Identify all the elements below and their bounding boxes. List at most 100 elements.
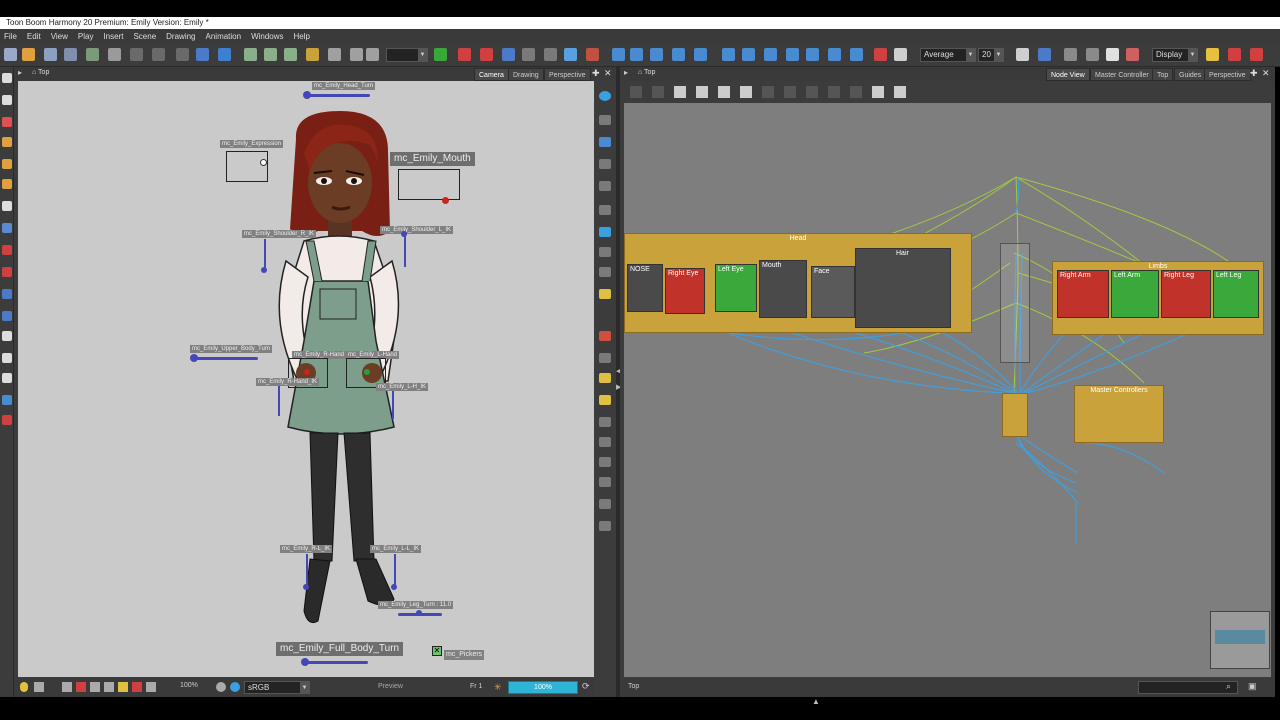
controller-full-body-slider[interactable] <box>304 661 368 664</box>
node-mouth[interactable]: Mouth <box>759 260 807 318</box>
stop-icon[interactable] <box>458 48 471 61</box>
ik-icon[interactable] <box>764 48 777 61</box>
controller-expression-handle[interactable] <box>260 159 267 166</box>
layer-stack-active-icon[interactable] <box>599 137 611 147</box>
grid-tool-icon[interactable] <box>2 373 12 383</box>
save-icon[interactable] <box>44 48 57 61</box>
flash-icon[interactable] <box>118 682 128 692</box>
node-tool-12-icon[interactable] <box>872 86 884 98</box>
menu-view[interactable]: View <box>51 32 68 41</box>
node-right-arm[interactable]: Right Arm <box>1057 270 1109 318</box>
node-tool-9-icon[interactable] <box>806 86 818 98</box>
tab-top[interactable]: Top <box>1152 68 1174 81</box>
tab-node-view[interactable]: Node View <box>1046 68 1090 81</box>
flip-v-icon[interactable] <box>672 48 685 61</box>
node-breadcrumb[interactable]: ⌂ Top <box>638 69 655 76</box>
controller-leg-l-label[interactable]: mc_Emily_L-L_IK <box>370 545 422 553</box>
frame-icon[interactable] <box>62 682 72 692</box>
grid-red-icon[interactable] <box>480 48 493 61</box>
lock-icon[interactable] <box>599 289 611 299</box>
curve-icon[interactable] <box>786 48 799 61</box>
controller-mouth-box[interactable] <box>398 169 460 200</box>
lines-alt3-icon[interactable] <box>599 477 611 487</box>
flip-h-icon[interactable] <box>650 48 663 61</box>
chevron-right-icon[interactable]: ▸ <box>624 68 628 77</box>
paint-tool-icon[interactable] <box>2 159 12 169</box>
display-select[interactable]: Display ▼ <box>1152 48 1198 62</box>
controller-head-turn-slider[interactable] <box>306 94 370 97</box>
controller-leg-r-handle[interactable] <box>303 584 309 590</box>
lines-alt-icon[interactable] <box>599 437 611 447</box>
controller-shoulder-l-label[interactable]: mc_Emily_Shoulder_L_IK <box>380 226 454 234</box>
controller-expression-box[interactable] <box>226 151 268 182</box>
bulb-icon[interactable] <box>599 395 611 405</box>
shape-tool-icon[interactable] <box>2 223 12 233</box>
overlay-icon[interactable] <box>1106 48 1119 61</box>
node-master-peg[interactable] <box>1002 393 1028 437</box>
ease-icon[interactable] <box>828 48 841 61</box>
node-right-eye[interactable]: Right Eye <box>665 268 705 314</box>
import-icon[interactable] <box>86 48 99 61</box>
controller-head-turn-label[interactable]: mc_Emily_Head_Turn <box>312 82 376 90</box>
paint-bucket-tool-icon[interactable] <box>2 415 12 425</box>
field-chart-icon[interactable] <box>599 267 611 277</box>
menu-insert[interactable]: Insert <box>103 32 123 41</box>
zoom-level[interactable]: 100% <box>180 682 198 689</box>
controller-arm-r-slider[interactable] <box>278 386 280 416</box>
distribute-icon[interactable] <box>630 48 643 61</box>
controller-shoulder-l-slider[interactable] <box>404 233 406 267</box>
ruler-icon[interactable] <box>599 331 611 341</box>
node-hair[interactable]: Hair <box>855 248 951 328</box>
controller-leg-l-handle[interactable] <box>391 584 397 590</box>
filter-value[interactable]: 20 ▼ <box>978 48 1004 62</box>
lines-alt4-icon[interactable] <box>599 499 611 509</box>
menu-windows[interactable]: Windows <box>251 32 283 41</box>
cut-icon[interactable] <box>152 48 165 61</box>
node-tool-2-icon[interactable] <box>652 86 664 98</box>
morph-tool-icon[interactable] <box>2 353 12 363</box>
ruler-alt-icon[interactable] <box>599 353 611 363</box>
menu-file[interactable]: File <box>4 32 17 41</box>
hand-tool-icon[interactable] <box>2 331 12 341</box>
grid-status-icon[interactable] <box>146 682 156 692</box>
peg-icon[interactable] <box>502 48 515 61</box>
controller-leg-r-slider[interactable] <box>306 554 308 588</box>
controller-arm-r-label[interactable]: mc_Emily_R-Hand_IK <box>256 378 320 386</box>
motion-icon[interactable] <box>806 48 819 61</box>
close-view-icon[interactable]: ✕ <box>604 68 612 79</box>
key-icon[interactable] <box>850 48 863 61</box>
paint-bucket-icon[interactable] <box>1228 48 1241 61</box>
node-spine-stack[interactable] <box>1000 243 1030 363</box>
menu-edit[interactable]: Edit <box>27 32 41 41</box>
contour-tool-icon[interactable] <box>2 95 12 105</box>
settings-status-icon[interactable] <box>216 682 226 692</box>
stroke-tool-icon[interactable] <box>2 311 12 321</box>
controller-head-turn-handle[interactable] <box>303 91 311 99</box>
add-keyframe-icon[interactable] <box>874 48 887 61</box>
node-tool-8-icon[interactable] <box>784 86 796 98</box>
undo-icon[interactable] <box>108 48 121 61</box>
deformer-icon[interactable] <box>244 48 257 61</box>
menu-scene[interactable]: Scene <box>133 32 156 41</box>
controller-leg-turn-handle[interactable] <box>416 610 422 616</box>
menu-drawing[interactable]: Drawing <box>166 32 195 41</box>
layer-stack-icon[interactable] <box>599 115 611 125</box>
tab-drawing[interactable]: Drawing <box>508 68 544 81</box>
fill-tool-icon[interactable] <box>2 245 12 255</box>
lock-status-icon[interactable] <box>90 682 100 692</box>
record-icon[interactable] <box>76 682 86 692</box>
pickers-checkbox[interactable]: ✕ <box>432 646 442 656</box>
tab-perspective[interactable]: Perspective <box>544 68 591 81</box>
light-table-icon[interactable] <box>366 48 379 61</box>
controller-shoulder-r-label[interactable]: mc_Emily_Shoulder_R_IK <box>242 230 317 238</box>
node-graph-canvas[interactable]: Head NOSE Right Eye Left Eye Mouth Face … <box>624 103 1271 677</box>
eraser-tool-icon[interactable] <box>2 179 12 189</box>
disable-icon[interactable] <box>586 48 599 61</box>
layer-stack-alt-icon[interactable] <box>599 159 611 169</box>
controller-mouth-handle[interactable] <box>442 197 449 204</box>
view-icon[interactable] <box>34 682 44 692</box>
open-folder-icon[interactable] <box>22 48 35 61</box>
zoom-readout[interactable]: 100% <box>508 681 578 694</box>
search-icon[interactable]: ⌕ <box>1226 681 1231 692</box>
function-alt-icon[interactable] <box>544 48 557 61</box>
